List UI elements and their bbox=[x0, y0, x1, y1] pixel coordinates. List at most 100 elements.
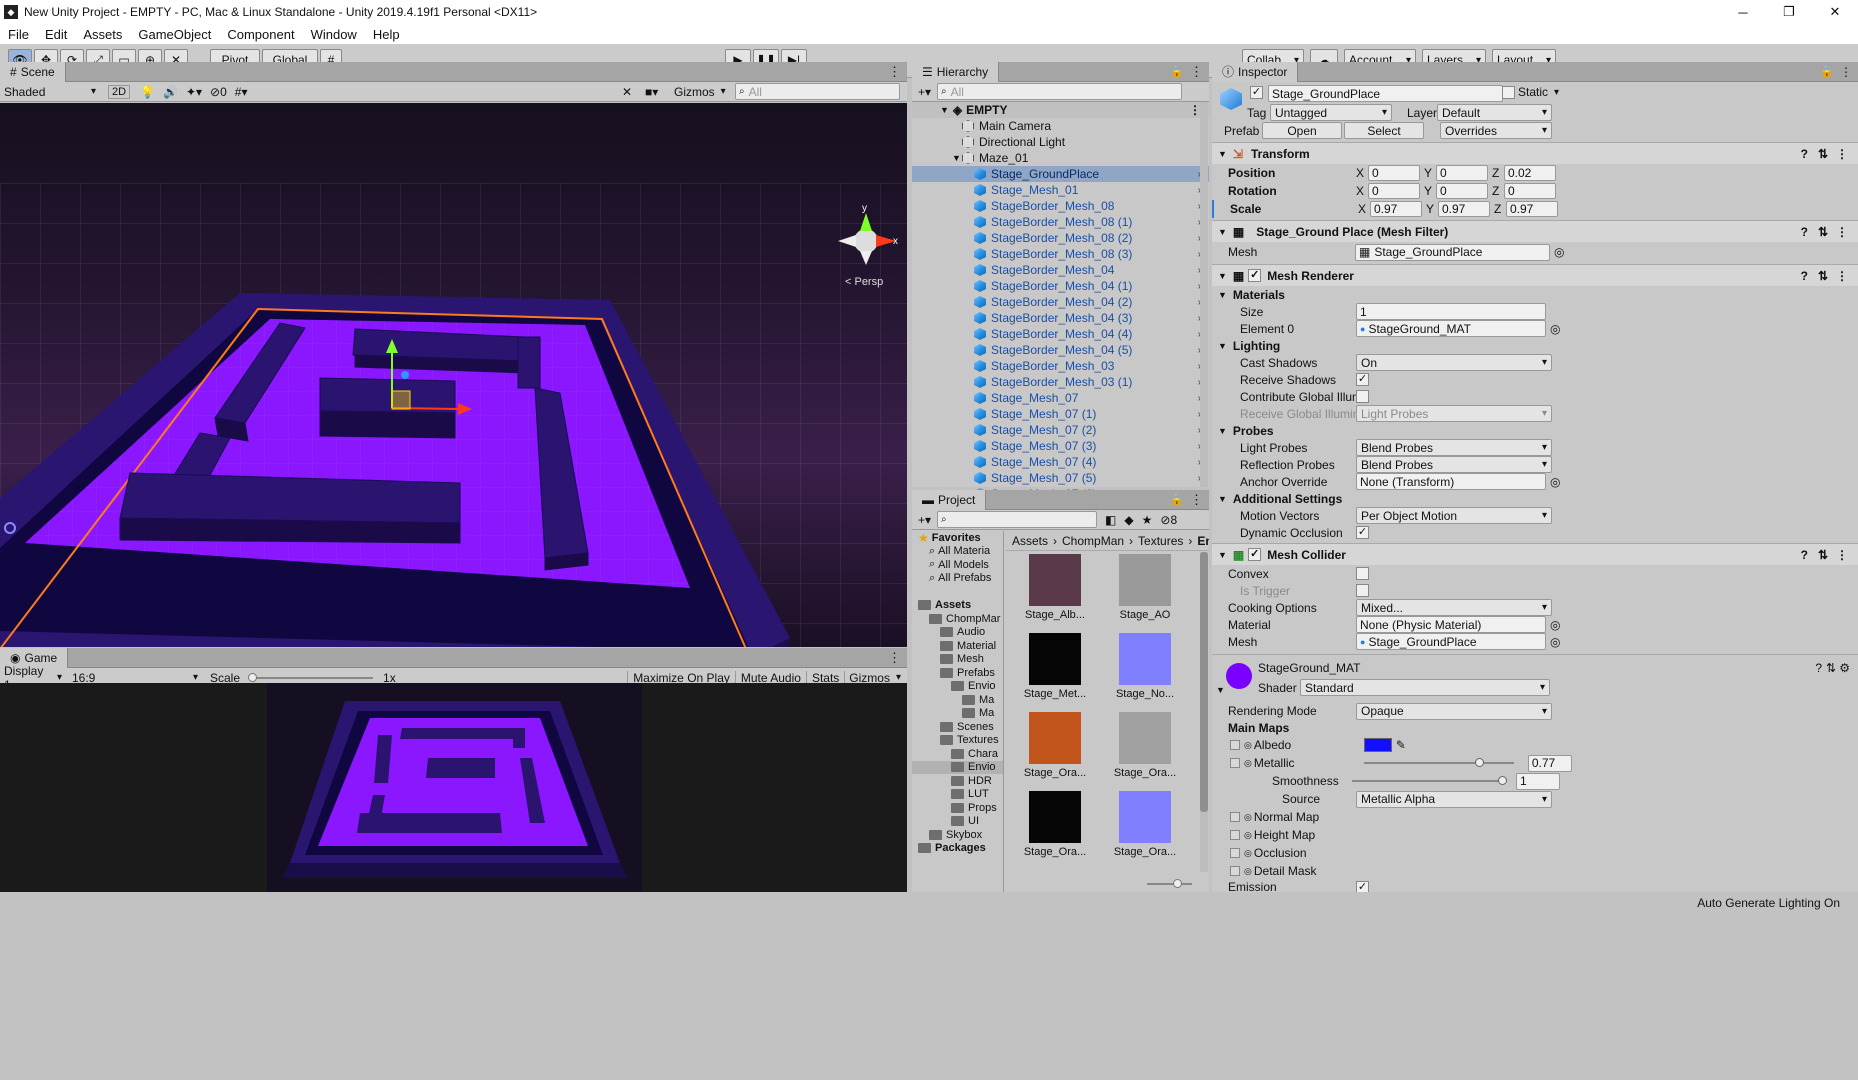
transform-position-z-input[interactable]: 0.02 bbox=[1504, 165, 1556, 181]
mf-menu-icon[interactable]: ⋮ bbox=[1836, 225, 1848, 239]
object-picker-icon[interactable]: ◎ bbox=[1550, 635, 1560, 649]
project-tree-item[interactable]: Prefabs bbox=[912, 666, 1003, 680]
texture-picker-icon[interactable]: ◎ bbox=[1244, 848, 1252, 859]
asset-tile[interactable]: Stage_Ora... bbox=[1100, 710, 1190, 789]
game-viewport[interactable] bbox=[0, 683, 907, 892]
hidden-objects-icon[interactable]: ⊘0 bbox=[210, 85, 227, 99]
project-tree-item[interactable]: Scenes bbox=[912, 720, 1003, 734]
expand-arrow-icon[interactable]: ▼ bbox=[952, 153, 961, 163]
transform-header[interactable]: ▼ ⇲ Transform ? ⇅ ⋮ bbox=[1212, 142, 1858, 164]
texture-picker-icon[interactable]: ◎ bbox=[1244, 758, 1252, 769]
fold-arrow-icon[interactable]: ▼ bbox=[1218, 426, 1227, 436]
breadcrumb-item[interactable]: Assets bbox=[1012, 534, 1048, 548]
height-map-texture-slot[interactable] bbox=[1230, 830, 1240, 840]
transform-rotation-y-input[interactable]: 0 bbox=[1436, 183, 1488, 199]
breadcrumb-item[interactable]: Envio bbox=[1197, 534, 1209, 548]
collider-mesh-field[interactable]: ● Stage_GroundPlace bbox=[1356, 633, 1546, 650]
mf-fold-arrow-icon[interactable]: ▼ bbox=[1218, 227, 1227, 237]
menu-file[interactable]: File bbox=[0, 27, 37, 42]
receive-shadows-checkbox[interactable]: ✓ bbox=[1356, 373, 1369, 386]
smoothness-slider[interactable] bbox=[1352, 776, 1507, 785]
mesh-filter-header[interactable]: ▼ ▦ Stage_Ground Place (Mesh Filter) ? ⇅… bbox=[1212, 220, 1858, 242]
hierarchy-item[interactable]: StageBorder_Mesh_04 (5)› bbox=[912, 342, 1209, 358]
gizmos-dropdown[interactable]: Gizmos bbox=[670, 85, 730, 99]
hierarchy-item[interactable]: StageBorder_Mesh_04› bbox=[912, 262, 1209, 278]
materials-size-field[interactable]: 1 bbox=[1356, 303, 1546, 320]
receive-gi-dropdown[interactable]: Light Probes bbox=[1356, 405, 1552, 422]
shader-dropdown[interactable]: Standard bbox=[1300, 679, 1550, 696]
camera-icon[interactable]: ■▾ bbox=[645, 85, 658, 99]
detail-mask-texture-slot[interactable] bbox=[1230, 866, 1240, 876]
mf-preset-icon[interactable]: ⇅ bbox=[1818, 225, 1828, 239]
project-tree-item[interactable]: Assets bbox=[912, 599, 1003, 613]
hierarchy-item[interactable]: StageBorder_Mesh_03 (1)› bbox=[912, 374, 1209, 390]
scale-slider-handle[interactable] bbox=[248, 672, 258, 682]
audio-icon[interactable]: 🔊 bbox=[163, 85, 178, 99]
preset-icon[interactable]: ⇅ bbox=[1818, 147, 1828, 161]
transform-rotation-z-input[interactable]: 0 bbox=[1504, 183, 1556, 199]
motion-vectors-dropdown[interactable]: Per Object Motion bbox=[1356, 507, 1552, 524]
component-menu-icon[interactable]: ⋮ bbox=[1836, 147, 1848, 161]
menu-component[interactable]: Component bbox=[219, 27, 302, 42]
project-tree-item[interactable]: Ma bbox=[912, 707, 1003, 721]
persp-label[interactable]: < Persp bbox=[845, 276, 883, 288]
project-tree-item[interactable] bbox=[912, 585, 1003, 599]
tab-hierarchy[interactable]: ☰ Hierarchy bbox=[912, 61, 1000, 82]
active-checkbox[interactable]: ✓ bbox=[1250, 86, 1263, 99]
lock-icon[interactable]: 🔒 bbox=[1170, 65, 1184, 78]
project-tree-item[interactable]: LUT bbox=[912, 788, 1003, 802]
tools-icon[interactable]: ✕ bbox=[622, 85, 632, 99]
project-search-input[interactable]: ⌕ bbox=[937, 511, 1098, 528]
hierarchy-item[interactable]: StageBorder_Mesh_08 (3)› bbox=[912, 246, 1209, 262]
prefab-select-button[interactable]: Select bbox=[1344, 122, 1424, 139]
object-picker-icon[interactable]: ◎ bbox=[1550, 475, 1560, 489]
project-tree-item[interactable]: Material bbox=[912, 639, 1003, 653]
texture-picker-icon[interactable]: ◎ bbox=[1244, 866, 1252, 877]
project-scrollbar[interactable] bbox=[1200, 552, 1208, 872]
2d-toggle[interactable]: 2D bbox=[108, 84, 131, 99]
hidden-packages-icon[interactable]: ⊘8 bbox=[1160, 513, 1177, 527]
normal-map-texture-slot[interactable] bbox=[1230, 812, 1240, 822]
hierarchy-item[interactable]: Stage_Mesh_07 (5)› bbox=[912, 470, 1209, 486]
project-tree-item[interactable]: Packages bbox=[912, 842, 1003, 856]
hierarchy-item[interactable]: Stage_Mesh_07› bbox=[912, 390, 1209, 406]
transform-scale-x-input[interactable]: 0.97 bbox=[1370, 201, 1422, 217]
object-picker-icon[interactable]: ◎ bbox=[1550, 322, 1560, 336]
project-menu-icon[interactable]: ⋮ bbox=[1190, 492, 1203, 508]
mat-preset-icon[interactable]: ⇅ bbox=[1826, 661, 1836, 675]
eyedropper-icon[interactable]: ✎ bbox=[1396, 738, 1406, 752]
hierarchy-item[interactable]: Main Camera bbox=[912, 118, 1209, 134]
project-tree-item[interactable]: Audio bbox=[912, 626, 1003, 640]
minimize-button[interactable]: ─ bbox=[1720, 5, 1766, 20]
project-tree-item[interactable]: ChompMar bbox=[912, 612, 1003, 626]
project-tree-item[interactable]: Skybox bbox=[912, 828, 1003, 842]
transform-rotation-x-input[interactable]: 0 bbox=[1368, 183, 1420, 199]
transform-position-x-input[interactable]: 0 bbox=[1368, 165, 1420, 181]
hierarchy-item[interactable]: StageBorder_Mesh_08› bbox=[912, 198, 1209, 214]
hierarchy-item[interactable]: Directional Light bbox=[912, 134, 1209, 150]
mr-menu-icon[interactable]: ⋮ bbox=[1836, 269, 1848, 283]
project-tree-item[interactable]: Ma bbox=[912, 693, 1003, 707]
project-tree-item[interactable]: ⌕ All Materia bbox=[912, 545, 1003, 559]
project-create-button[interactable]: +▾ bbox=[912, 513, 937, 527]
menu-gameobject[interactable]: GameObject bbox=[130, 27, 219, 42]
filter-type-icon[interactable]: ◧ bbox=[1105, 513, 1116, 527]
mr-preset-icon[interactable]: ⇅ bbox=[1818, 269, 1828, 283]
prefab-open-button[interactable]: Open bbox=[1262, 122, 1342, 139]
cooking-options-dropdown[interactable]: Mixed... bbox=[1356, 599, 1552, 616]
project-tree-item[interactable]: Textures bbox=[912, 734, 1003, 748]
scene-viewport[interactable]: y x < Persp bbox=[0, 103, 907, 647]
project-tree-item[interactable]: ★ Favorites bbox=[912, 531, 1003, 545]
grid-icon[interactable]: #▾ bbox=[235, 85, 248, 99]
hierarchy-item[interactable]: Stage_Mesh_07 (3)› bbox=[912, 438, 1209, 454]
breadcrumb-item[interactable]: ChompMan bbox=[1062, 534, 1124, 548]
asset-tile[interactable]: Stage_AO bbox=[1100, 552, 1190, 631]
asset-tile[interactable]: Stage_Alb... bbox=[1010, 552, 1100, 631]
hierarchy-item[interactable]: StageBorder_Mesh_08 (1)› bbox=[912, 214, 1209, 230]
mr-help-icon[interactable]: ? bbox=[1801, 269, 1808, 283]
asset-tile[interactable]: Stage_Ora... bbox=[1010, 789, 1100, 867]
material-header[interactable]: StageGround_MAT Shader Standard ? ⇅ ⚙ ▼ bbox=[1212, 654, 1858, 702]
convex-checkbox[interactable] bbox=[1356, 567, 1369, 580]
mat-fold-arrow-icon[interactable]: ▼ bbox=[1216, 685, 1225, 695]
source-dropdown[interactable]: Metallic Alpha bbox=[1356, 790, 1552, 808]
